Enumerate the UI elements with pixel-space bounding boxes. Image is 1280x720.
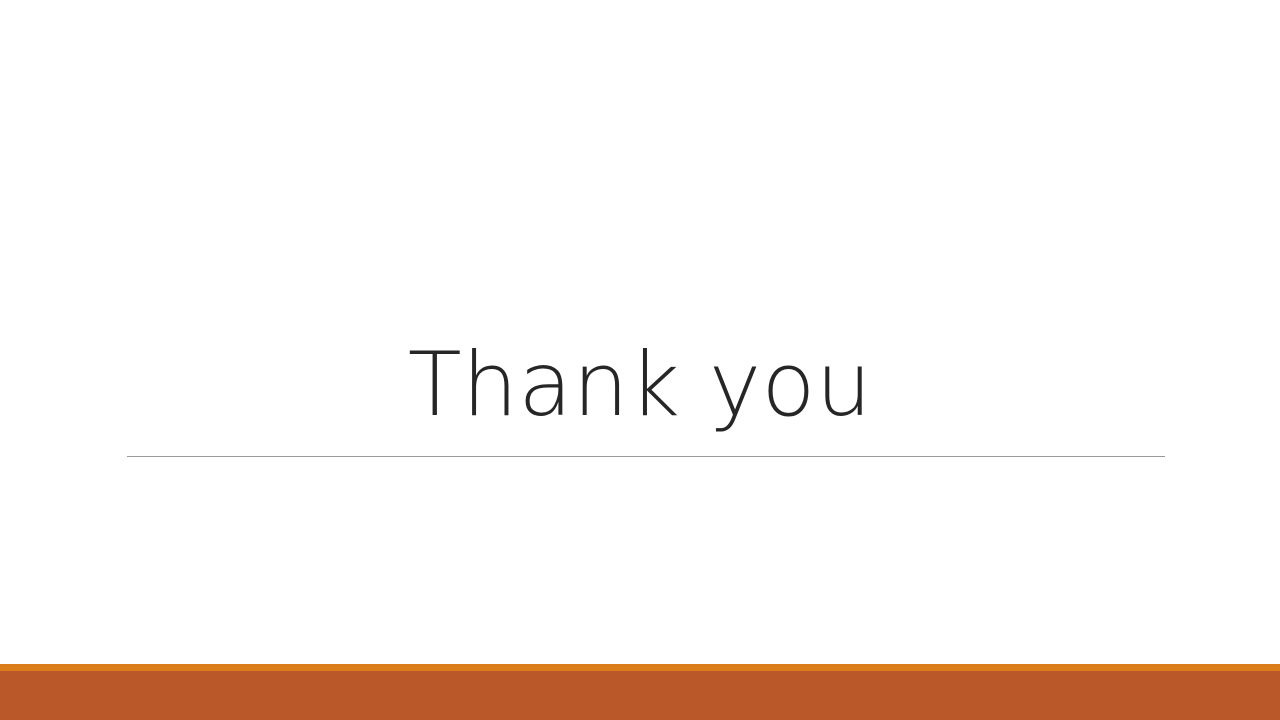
footer-accent-stripe xyxy=(0,664,1280,671)
slide-title: Thank you xyxy=(407,333,873,436)
footer-band xyxy=(0,671,1280,720)
slide: Thank you xyxy=(0,0,1280,720)
title-divider xyxy=(127,456,1165,457)
